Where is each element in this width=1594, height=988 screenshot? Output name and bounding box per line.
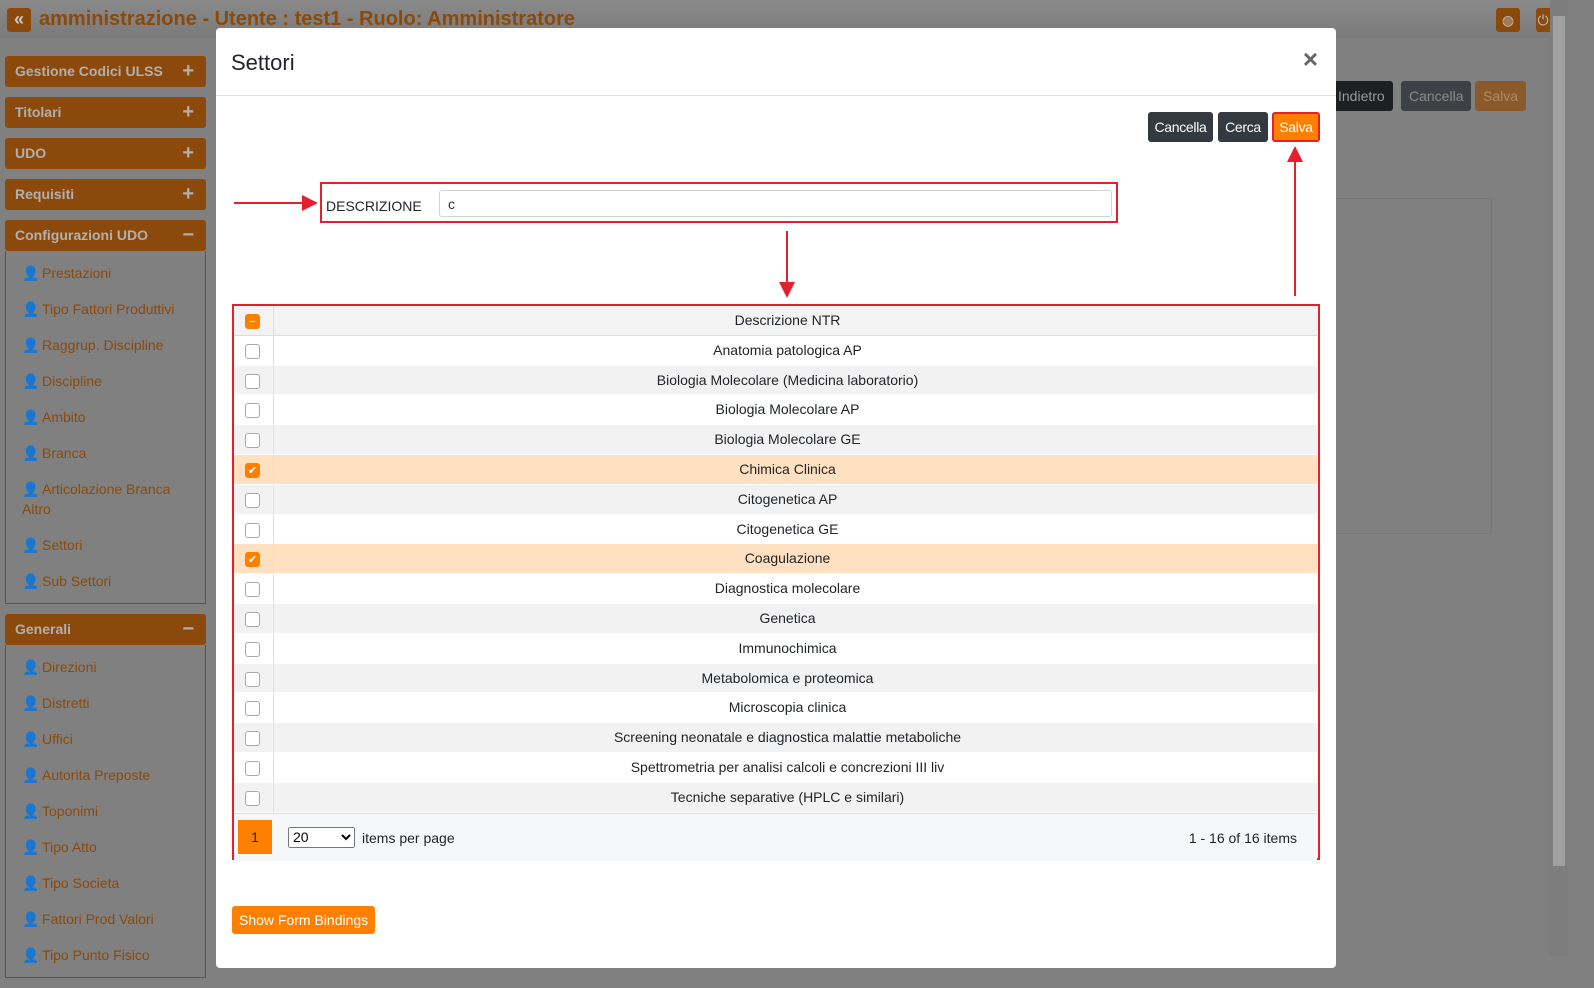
sidebar-section-5[interactable]: Generali − [5,614,206,645]
sidebar-item-label: Settori [42,537,83,553]
sidebar-item-label: Autorita Preposte [42,767,151,783]
user-edit-icon: 👤 [22,767,40,783]
chevrons-left-icon[interactable]: « [7,8,31,32]
sidebar-item[interactable]: 👤 Articolazione Branca Altro [6,471,205,527]
sidebar-item[interactable]: 👤 Distretti [6,685,205,721]
user-edit-icon: 👤 [22,537,40,553]
background-salva-button: Salva [1475,81,1527,111]
sidebar-section-label: Requisiti [15,186,75,202]
sidebar-item[interactable]: 👤 Tipo Societa [6,865,205,901]
sidebar-item[interactable]: 👤 Ambito [6,399,205,435]
sidebar-item[interactable]: 👤 Direzioni [6,649,205,685]
user-edit-icon: 👤 [22,373,40,389]
background-panel [1335,198,1492,534]
user-edit-icon: 👤 [22,409,40,425]
sidebar-item-label: Articolazione Branca Altro [22,481,171,517]
user-edit-icon: 👤 [22,337,40,353]
background-cancella-button: Cancella [1401,81,1472,111]
user-edit-icon: 👤 [22,803,40,819]
sidebar-item-label: Tipo Atto [42,839,97,855]
sidebar-section-1[interactable]: Titolari + [5,97,206,128]
user-edit-icon: 👤 [22,265,40,281]
user-edit-icon: 👤 [22,301,40,317]
sidebar-item[interactable]: 👤 Discipline [6,363,205,399]
sidebar-item[interactable]: 👤 Settori [6,527,205,563]
user-edit-icon: 👤 [22,947,40,963]
sidebar-item[interactable]: 👤 Autorita Preposte [6,757,205,793]
settori-modal: Settori × Cancella Cerca Salva DESCRIZIO… [216,28,1336,968]
user-edit-icon: 👤 [22,839,40,855]
user-edit-icon: 👤 [22,695,40,711]
user-edit-icon: 👤 [22,875,40,891]
user-edit-icon: 👤 [22,481,40,497]
sidebar-section-4[interactable]: Configurazioni UDO − [5,220,206,251]
indietro-button: Indietro [1330,81,1393,111]
sidebar-item-label: Tipo Punto Fisico [42,947,150,963]
plus-icon[interactable]: + [182,179,194,210]
sidebar-item-label: Distretti [42,695,90,711]
user-edit-icon: 👤 [22,659,40,675]
sidebar-item[interactable]: 👤 Tipo Atto [6,829,205,865]
sidebar-section-label: Titolari [15,104,62,120]
sidebar-item-label: Toponimi [42,803,99,819]
sidebar-item[interactable]: 👤 Toponimi [6,793,205,829]
scrollbar-thumb[interactable] [1553,16,1565,866]
sidebar-group: 👤 Direzioni 👤 Distretti 👤 Uffici 👤 Autorita Pre… [5,645,206,978]
sidebar-item[interactable]: 👤 Tipo Fattori Produttivi [6,291,205,327]
power-icon[interactable]: ⏻ [1536,8,1550,32]
sidebar-item[interactable]: 👤 Uffici [6,721,205,757]
sidebar-item-label: Prestazioni [42,265,112,281]
sidebar-section-label: Configurazioni UDO [15,227,148,243]
user-edit-icon: 👤 [22,911,40,927]
sidebar-item-label: Ambito [42,409,86,425]
plus-icon[interactable]: + [182,97,194,128]
user-edit-icon: 👤 [22,731,40,747]
sidebar-group: 👤 Prestazioni 👤 Tipo Fattori Produttivi 👤 Rag… [5,251,206,604]
sidebar-item-label: Branca [42,445,87,461]
sidebar-item-label: Tipo Societa [42,875,120,891]
user-edit-icon: 👤 [22,445,40,461]
sidebar-item[interactable]: 👤 Prestazioni [6,255,205,291]
sidebar-item[interactable]: 👤 Branca [6,435,205,471]
page-scrollbar[interactable] [1550,0,1568,956]
sidebar-section-label: UDO [15,145,47,161]
sidebar-item[interactable]: 👤 Raggrup. Discipline [6,327,205,363]
user-edit-icon: 👤 [22,573,40,589]
sidebar-item[interactable]: 👤 Tipo Punto Fisico [6,937,205,973]
minus-icon[interactable]: − [182,614,194,645]
sidebar-item[interactable]: 👤 Fattori Prod Valori [6,901,205,937]
sidebar-section-0[interactable]: Gestione Codici ULSS + [5,56,206,87]
sidebar-item-label: Discipline [42,373,102,389]
sidebar-item-label: Raggrup. Discipline [42,337,164,353]
sidebar-section-label: Generali [15,621,72,637]
sidebar-item-label: Fattori Prod Valori [42,911,154,927]
sidebar-item-label: Tipo Fattori Produttivi [42,301,175,317]
sidebar-section-2[interactable]: UDO + [5,138,206,169]
annotation-arrows [234,146,1303,298]
sidebar-item[interactable]: 👤 Sub Settori [6,563,205,599]
plus-icon[interactable]: + [182,56,194,87]
sidebar: Gestione Codici ULSS + Titolari + UDO + Requis… [5,56,206,988]
sidebar-item-label: Direzioni [42,659,97,675]
sidebar-section-label: Gestione Codici ULSS [15,63,163,79]
globe-icon[interactable]: ◍ [1496,8,1520,32]
sidebar-section-3[interactable]: Requisiti + [5,179,206,210]
minus-icon[interactable]: − [182,220,194,251]
plus-icon[interactable]: + [182,138,194,169]
sidebar-item-label: Sub Settori [42,573,112,589]
sidebar-item-label: Uffici [42,731,73,747]
